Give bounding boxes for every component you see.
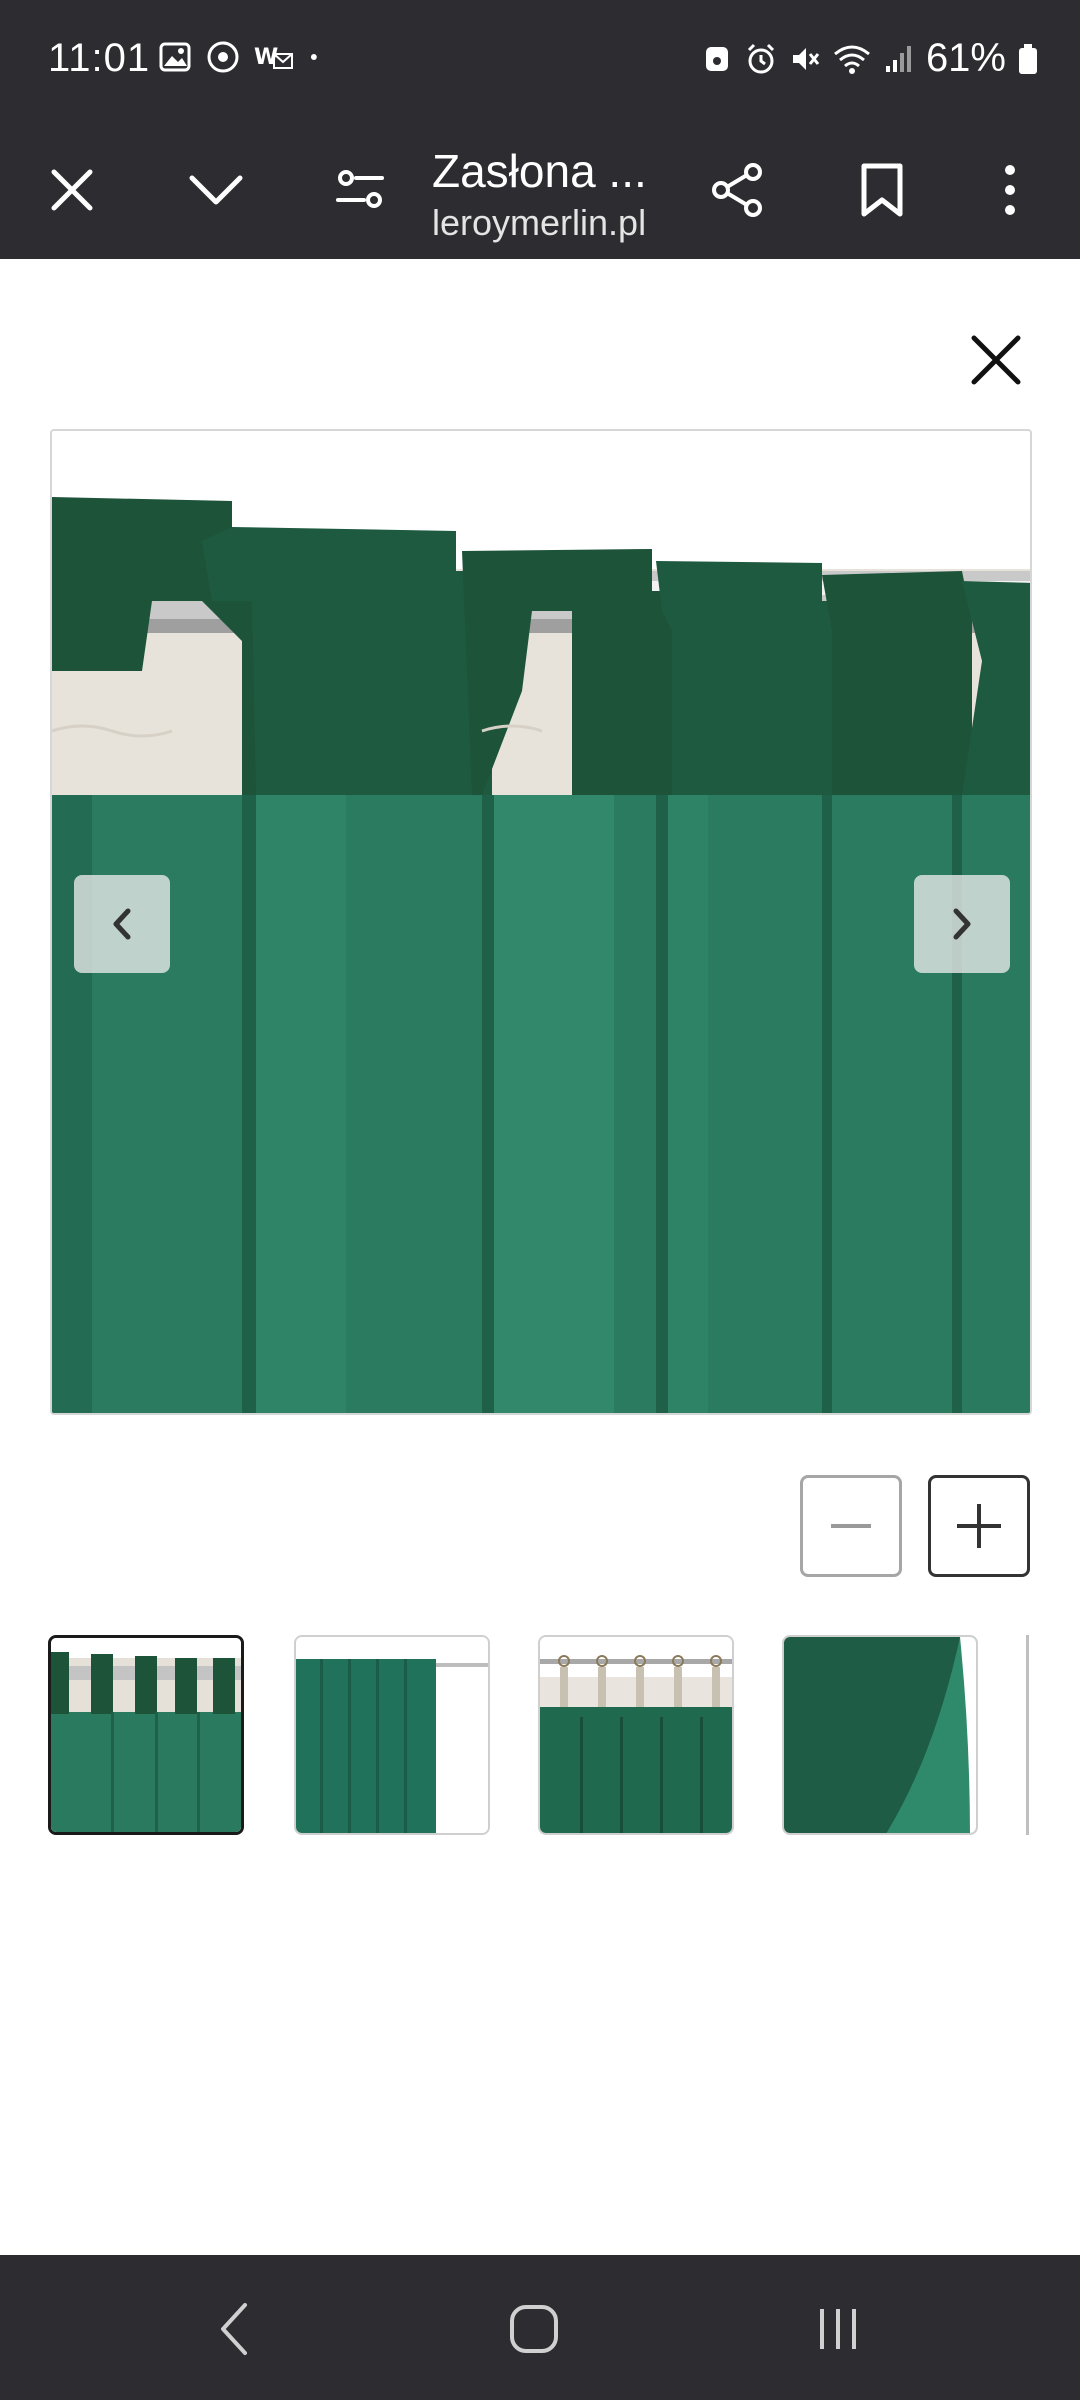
system-navigation-bar xyxy=(0,2255,1080,2400)
chevron-left-icon xyxy=(113,908,131,940)
bookmark-button[interactable] xyxy=(834,142,930,238)
thumbnail-2[interactable] xyxy=(294,1635,490,1835)
minus-icon xyxy=(831,1524,871,1528)
plus-icon xyxy=(957,1504,1001,1548)
image-gallery-dialog xyxy=(0,259,1080,2255)
settings-sliders-icon xyxy=(336,170,384,208)
zoom-in-button[interactable] xyxy=(928,1475,1030,1577)
custom-tab-toolbar: Zasłona ... leroymerlin.pl xyxy=(0,120,1080,259)
status-time: 11:01 xyxy=(48,36,151,80)
battery-percent: 61% xyxy=(925,36,1006,80)
alarm-icon xyxy=(747,43,774,73)
status-bar: 11:01 W 61% xyxy=(0,0,1080,120)
main-product-image[interactable] xyxy=(50,429,1032,1415)
thumbnail-5[interactable] xyxy=(1026,1635,1034,1835)
page-title: Zasłona ... xyxy=(432,145,647,197)
share-icon xyxy=(712,163,762,217)
wifi-icon xyxy=(833,45,870,74)
thumbnail-image xyxy=(296,1637,488,1833)
page-domain: leroymerlin.pl xyxy=(432,202,647,243)
battery-icon xyxy=(1019,43,1037,74)
home-button[interactable] xyxy=(484,2279,584,2379)
close-gallery-button[interactable] xyxy=(946,310,1046,410)
more-options-button[interactable] xyxy=(962,142,1058,238)
mute-icon xyxy=(792,47,820,70)
next-image-button[interactable] xyxy=(914,875,1010,973)
lock-icon xyxy=(705,46,728,71)
close-icon xyxy=(971,335,1021,385)
back-icon xyxy=(221,2303,247,2355)
system-status-icons: 61% xyxy=(700,36,1040,81)
recents-icon xyxy=(820,2309,856,2349)
recents-button[interactable] xyxy=(788,2279,888,2379)
chevron-right-icon xyxy=(953,908,971,940)
bookmark-icon xyxy=(861,163,903,217)
close-tab-button[interactable] xyxy=(24,142,120,238)
thumbnail-3[interactable] xyxy=(538,1635,734,1835)
previous-image-button[interactable] xyxy=(74,875,170,973)
signal-icon xyxy=(885,45,911,72)
thumbnail-image xyxy=(540,1637,732,1833)
share-button[interactable] xyxy=(690,142,786,238)
more-vertical-icon xyxy=(1005,165,1015,215)
close-icon xyxy=(51,169,93,211)
back-button[interactable] xyxy=(184,2279,284,2379)
thumbnail-4[interactable] xyxy=(782,1635,978,1835)
vpn-mail-icon: W xyxy=(254,45,293,70)
zoom-out-button[interactable] xyxy=(800,1475,902,1577)
chevron-down-icon xyxy=(189,175,243,205)
page-settings-button[interactable] xyxy=(312,142,408,238)
notification-icons: W xyxy=(158,40,328,74)
thumbnail-image xyxy=(784,1637,976,1833)
gallery-icon xyxy=(159,42,191,72)
home-icon xyxy=(510,2305,558,2353)
minimize-tab-button[interactable] xyxy=(168,142,264,238)
chrome-icon xyxy=(207,41,239,73)
thumbnail-image xyxy=(51,1638,241,1832)
thumbnail-1[interactable] xyxy=(48,1635,244,1835)
curtain-photo xyxy=(52,431,1030,1413)
dot-icon xyxy=(310,54,317,60)
